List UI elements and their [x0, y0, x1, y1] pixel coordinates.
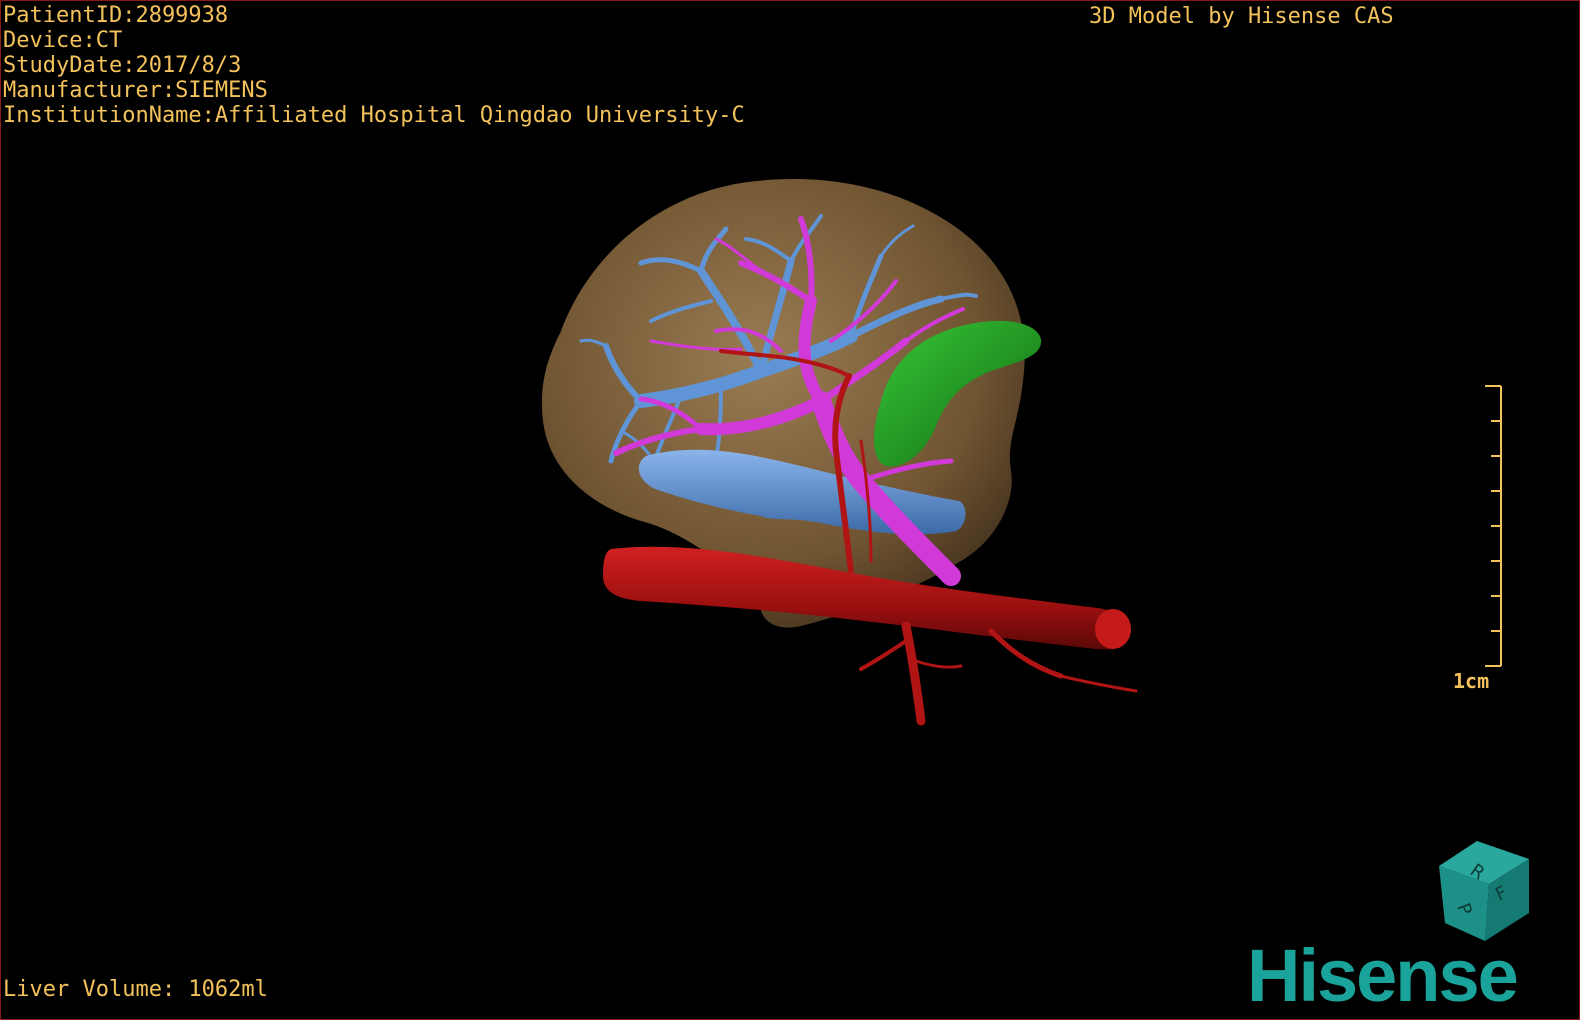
orientation-cube[interactable]: R F P — [1439, 841, 1529, 941]
hisense-logo: Hisense — [1247, 934, 1519, 1017]
3d-render-viewport[interactable]: PatientID:2899938 Device:CT StudyDate:2017… — [0, 0, 1580, 1020]
scale-bar — [1485, 385, 1502, 667]
aorta-end-cap — [1095, 609, 1131, 649]
liver-volume-text: Liver Volume: 1062ml — [3, 977, 268, 1002]
scale-bar-label: 1cm — [1453, 669, 1490, 693]
anatomy-model-svg[interactable]: R F P — [1, 1, 1579, 1019]
